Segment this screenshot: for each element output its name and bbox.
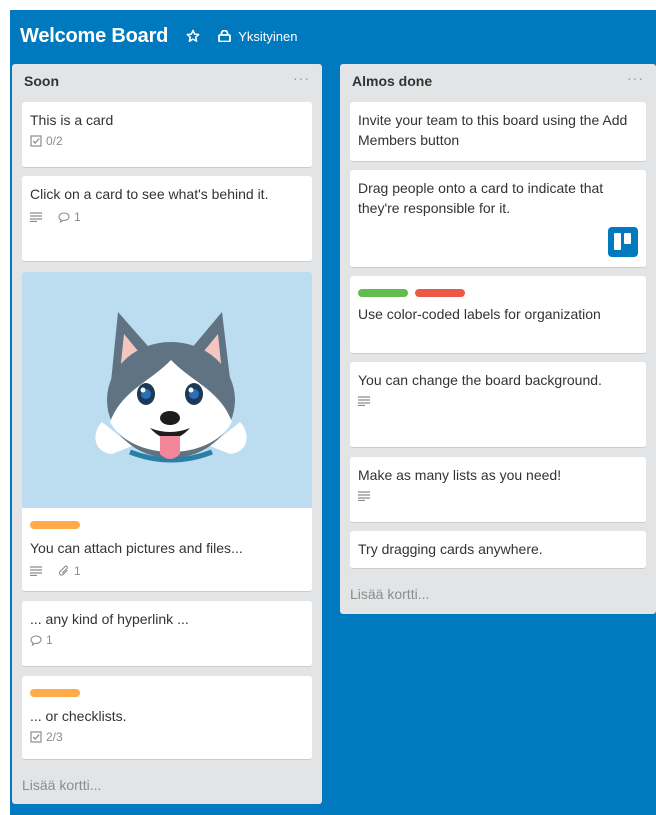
add-card-button[interactable]: Lisää kortti...	[22, 777, 101, 793]
list-title[interactable]: Soon	[24, 73, 59, 89]
attachments-badge: 1	[58, 564, 81, 578]
card[interactable]: Invite your team to this board using the…	[350, 102, 646, 162]
board-header: Welcome Board Yksityinen	[10, 10, 656, 62]
card[interactable]: You can change the board background.	[350, 362, 646, 448]
card[interactable]: Use color-coded labels for organization	[350, 276, 646, 354]
card-title: You can attach pictures and files...	[30, 540, 243, 556]
star-icon[interactable]	[184, 27, 202, 45]
checklist-count: 0/2	[46, 134, 63, 148]
paperclip-icon	[58, 565, 68, 576]
card[interactable]: ... or checklists. 2/3	[22, 676, 312, 760]
card-title: ... any kind of hyperlink ...	[30, 611, 189, 627]
list-menu-icon[interactable]: ···	[627, 71, 644, 89]
checklist-icon	[30, 731, 42, 743]
comments-badge: 1	[30, 633, 53, 647]
list-almos-done: Almos done ··· Invite your team to this …	[340, 64, 656, 614]
card-cover-image	[22, 272, 312, 508]
checklist-icon	[30, 135, 42, 147]
card-title: You can change the board background.	[358, 372, 602, 388]
card-title: ... or checklists.	[30, 708, 127, 724]
card[interactable]: ... any kind of hyperlink ... 1	[22, 601, 312, 667]
visibility-label: Yksityinen	[238, 28, 298, 44]
list-header: Soon ···	[22, 64, 312, 98]
list-header: Almos done ···	[350, 64, 646, 98]
comments-badge: 1	[58, 210, 81, 224]
card[interactable]: This is a card 0/2	[22, 102, 312, 168]
card-title: Invite your team to this board using the…	[358, 112, 628, 148]
description-icon	[30, 566, 46, 576]
label-green	[358, 289, 408, 297]
label-red	[415, 289, 466, 297]
comments-count: 1	[46, 633, 53, 647]
board: Welcome Board Yksityinen Soon ··· This i…	[10, 10, 656, 815]
board-title[interactable]: Welcome Board	[20, 25, 168, 48]
card-title: Use color-coded labels for organization	[358, 306, 601, 322]
husky-image	[95, 312, 247, 463]
description-icon	[358, 491, 374, 501]
card-title: Make as many lists as you need!	[358, 467, 562, 483]
card[interactable]: Drag people onto a card to indicate that…	[350, 170, 646, 268]
lock-icon	[218, 30, 232, 42]
comment-icon	[30, 634, 42, 646]
checklist-count: 2/3	[46, 730, 63, 744]
card-title: Drag people onto a card to indicate that…	[358, 180, 604, 216]
attachments-count: 1	[74, 564, 81, 578]
card-labels	[358, 284, 638, 302]
list-title[interactable]: Almos done	[352, 73, 432, 89]
card[interactable]: You can attach pictures and files... 1	[22, 272, 312, 592]
description-icon	[30, 212, 46, 222]
list-menu-icon[interactable]: ···	[293, 71, 310, 89]
card-title: This is a card	[30, 112, 114, 128]
visibility-button[interactable]: Yksityinen	[218, 29, 297, 44]
card-label	[30, 684, 304, 702]
checklist-badge: 2/3	[30, 730, 63, 744]
card[interactable]: Make as many lists as you need!	[350, 457, 646, 523]
list-soon: Soon ··· This is a card 0/2 Click on a c…	[12, 64, 322, 804]
add-card-button[interactable]: Lisää kortti...	[350, 586, 429, 602]
comments-count: 1	[74, 210, 81, 224]
trello-icon	[608, 227, 638, 257]
card-label	[30, 516, 304, 534]
checklist-badge: 0/2	[30, 134, 63, 148]
card[interactable]: Click on a card to see what's behind it.…	[22, 176, 312, 262]
card-title: Try dragging cards anywhere.	[358, 541, 543, 557]
description-icon	[358, 396, 374, 406]
card-title: Click on a card to see what's behind it.	[30, 186, 269, 202]
card[interactable]: Try dragging cards anywhere.	[350, 531, 646, 569]
comment-icon	[58, 211, 70, 223]
